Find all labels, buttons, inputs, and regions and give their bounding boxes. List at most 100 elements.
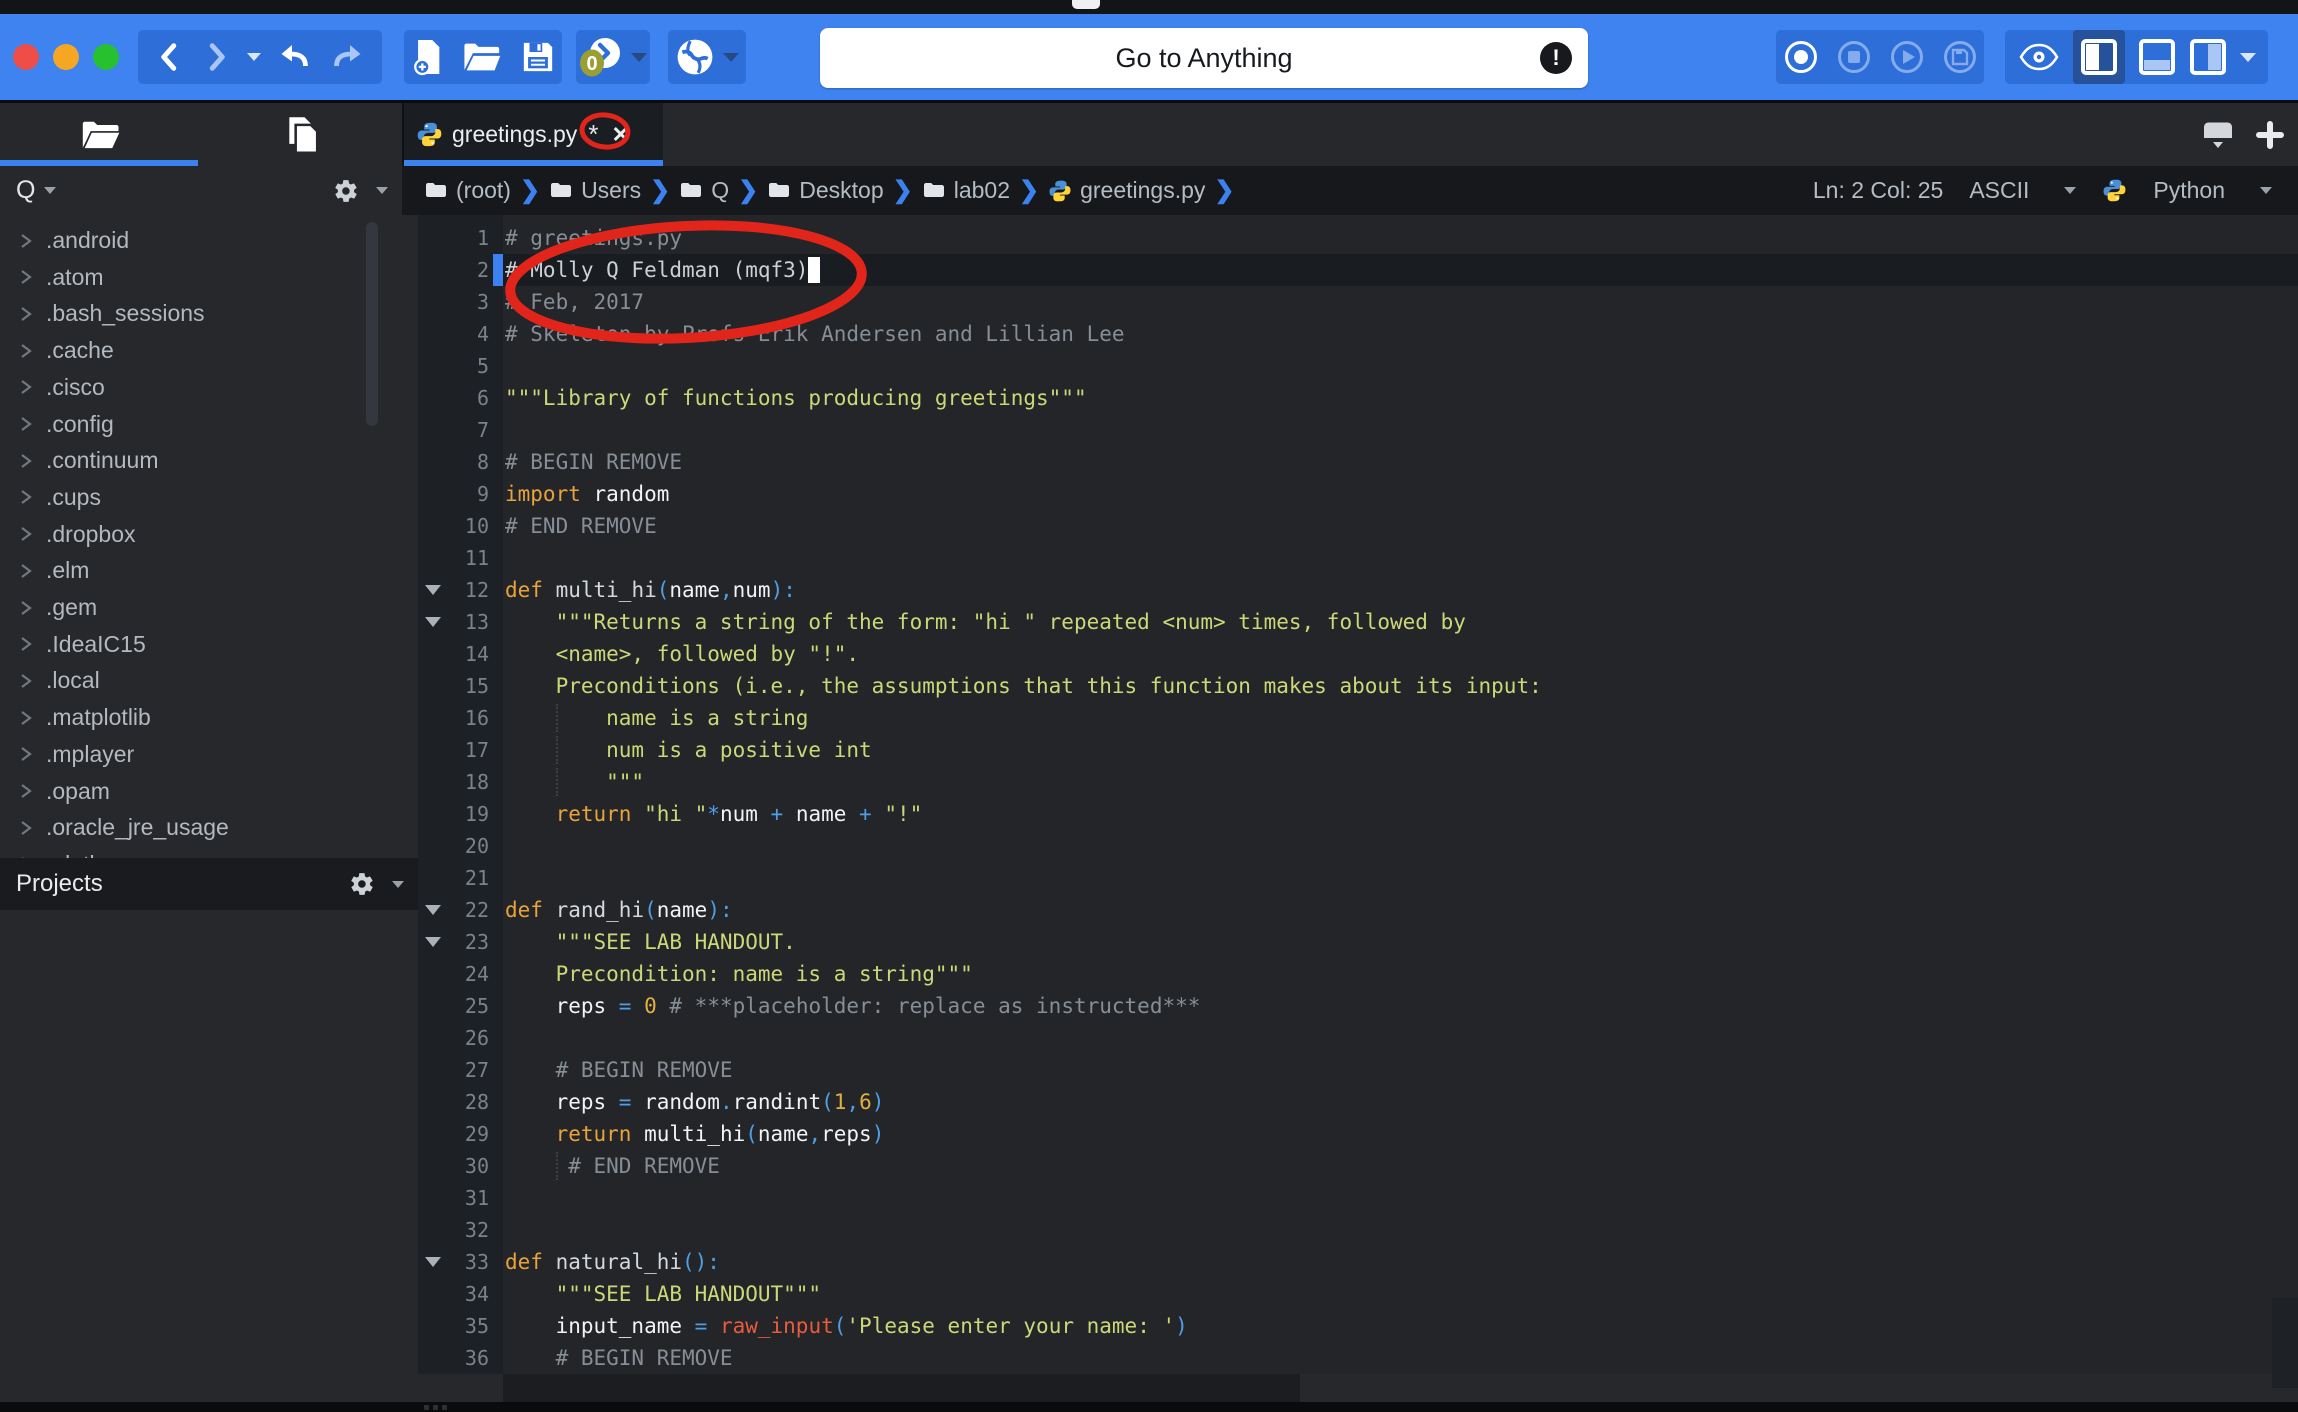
list-item[interactable]: .atom [0, 259, 418, 296]
code-line-24[interactable]: Precondition: name is a string""" [503, 958, 2298, 990]
save-macro-icon[interactable] [1942, 39, 1978, 75]
chevron-right-icon[interactable] [18, 562, 34, 580]
chevron-right-icon[interactable] [18, 232, 34, 250]
chevron-right-icon[interactable] [18, 599, 34, 617]
chevron-right-icon[interactable] [18, 452, 34, 470]
chevron-right-icon[interactable] [18, 378, 34, 396]
toggle-left-pane-button[interactable] [2073, 30, 2125, 84]
chevron-right-icon[interactable] [18, 488, 34, 506]
toggle-right-pane-button[interactable] [2189, 38, 2227, 76]
breadcrumb-item[interactable]: lab02 [922, 177, 1010, 204]
fold-marker-icon[interactable] [425, 585, 441, 595]
chevron-right-icon[interactable] [18, 268, 34, 286]
code-line-23[interactable]: """SEE LAB HANDOUT. [503, 926, 2298, 958]
open-file-icon[interactable] [463, 40, 503, 74]
code-line-13[interactable]: """Returns a string of the form: "hi " r… [503, 606, 2298, 638]
projects-section-header[interactable]: Projects [0, 858, 418, 910]
chevron-right-icon[interactable] [18, 415, 34, 433]
breadcrumb-item[interactable]: Q [679, 177, 729, 204]
list-item[interactable]: .oracle_jre_usage [0, 809, 418, 846]
breadcrumb-item[interactable]: greetings.py [1048, 177, 1205, 204]
zoom-window-button[interactable] [93, 44, 119, 70]
list-item[interactable]: .gem [0, 589, 418, 626]
redo-icon[interactable] [329, 39, 365, 75]
undo-icon[interactable] [277, 39, 313, 75]
fold-marker-icon[interactable] [425, 905, 441, 915]
code-line-34[interactable]: """SEE LAB HANDOUT""" [503, 1278, 2298, 1310]
code-line-33[interactable]: def natural_hi(): [503, 1246, 2298, 1278]
stop-macro-icon[interactable] [1836, 39, 1872, 75]
code-line-31[interactable] [503, 1182, 2298, 1214]
code-line-15[interactable]: Preconditions (i.e., the assumptions tha… [503, 670, 2298, 702]
browser-preview-dropdown-icon[interactable] [723, 53, 739, 62]
tab-list-icon[interactable] [2200, 118, 2236, 152]
code-line-14[interactable]: <name>, followed by "!". [503, 638, 2298, 670]
encoding-select[interactable]: ASCII [1969, 177, 2029, 204]
tab-greetings-py[interactable]: greetings.py * ✕ [404, 103, 663, 166]
code-line-10[interactable]: # END REMOVE [503, 510, 2298, 542]
tab-files-pane[interactable] [201, 103, 402, 166]
list-item[interactable]: .continuum [0, 442, 418, 479]
chevron-right-icon[interactable] [18, 525, 34, 543]
code-line-30[interactable]: # END REMOVE [503, 1150, 2298, 1182]
code-line-35[interactable]: input_name = raw_input('Please enter you… [503, 1310, 2298, 1342]
code-line-8[interactable]: # BEGIN REMOVE [503, 446, 2298, 478]
fold-marker-icon[interactable] [425, 937, 441, 947]
goto-anything-input[interactable]: Go to Anything ! [820, 28, 1588, 88]
breadcrumb-item[interactable]: (root) [424, 177, 511, 204]
code-line-17[interactable]: num is a positive int [503, 734, 2298, 766]
play-macro-icon[interactable] [1889, 39, 1925, 75]
code-line-20[interactable] [503, 830, 2298, 862]
sidebar-scrollbar[interactable] [366, 222, 378, 426]
minimize-window-button[interactable] [53, 44, 79, 70]
code-line-2[interactable]: # Molly Q Feldman (mqf3) [503, 254, 2298, 286]
code-line-9[interactable]: import random [503, 478, 2298, 510]
syntax-check-dropdown-icon[interactable] [631, 53, 647, 62]
list-item[interactable]: .opam [0, 773, 418, 810]
code-line-29[interactable]: return multi_hi(name,reps) [503, 1118, 2298, 1150]
code-line-5[interactable] [503, 350, 2298, 382]
view-dropdown-icon[interactable] [2240, 53, 2256, 62]
code-line-22[interactable]: def rand_hi(name): [503, 894, 2298, 926]
tab-places-pane[interactable] [0, 103, 201, 166]
code-line-25[interactable]: reps = 0 # ***placeholder: replace as in… [503, 990, 2298, 1022]
chevron-right-icon[interactable] [18, 635, 34, 653]
breadcrumb-item[interactable]: Users [549, 177, 641, 204]
projects-settings[interactable] [349, 871, 404, 897]
code-line-19[interactable]: return "hi "*num + name + "!" [503, 798, 2298, 830]
close-window-button[interactable] [13, 44, 39, 70]
list-item[interactable]: .config [0, 406, 418, 443]
list-item[interactable]: .bash_sessions [0, 295, 418, 332]
code-line-11[interactable] [503, 542, 2298, 574]
nav-history-dropdown-icon[interactable] [247, 53, 261, 61]
editor-scrollbar-corner[interactable] [2272, 1298, 2298, 1388]
list-item[interactable]: .cisco [0, 369, 418, 406]
code-line-3[interactable]: # Feb, 2017 [503, 286, 2298, 318]
list-item[interactable]: .matplotlib [0, 699, 418, 736]
places-filter-caret-icon[interactable] [44, 187, 56, 194]
list-item[interactable]: .mplayer [0, 736, 418, 773]
new-file-icon[interactable] [411, 38, 445, 76]
editor-text-area[interactable]: # greetings.py# Molly Q Feldman (mqf3)# … [503, 215, 2298, 1374]
list-item[interactable]: .cache [0, 332, 418, 369]
new-tab-icon[interactable] [2256, 121, 2284, 149]
places-settings[interactable] [333, 178, 388, 204]
code-line-32[interactable] [503, 1214, 2298, 1246]
code-line-27[interactable]: # BEGIN REMOVE [503, 1054, 2298, 1086]
globe-icon[interactable] [676, 38, 714, 76]
code-line-4[interactable]: # Skeleton by Profs Erik Andersen and Li… [503, 318, 2298, 350]
language-select[interactable]: Python [2153, 177, 2225, 204]
list-item[interactable]: .elm [0, 552, 418, 589]
back-icon[interactable] [155, 40, 185, 74]
code-line-18[interactable]: """ [503, 766, 2298, 798]
list-item[interactable]: .cups [0, 479, 418, 516]
toggle-bottom-pane-button[interactable] [2138, 38, 2176, 76]
code-line-12[interactable]: def multi_hi(name,num): [503, 574, 2298, 606]
code-line-21[interactable] [503, 862, 2298, 894]
code-line-7[interactable] [503, 414, 2298, 446]
fold-marker-icon[interactable] [425, 1257, 441, 1267]
code-line-26[interactable] [503, 1022, 2298, 1054]
chevron-right-icon[interactable] [18, 782, 34, 800]
chevron-right-icon[interactable] [18, 342, 34, 360]
list-item[interactable]: .IdeaIC15 [0, 626, 418, 663]
